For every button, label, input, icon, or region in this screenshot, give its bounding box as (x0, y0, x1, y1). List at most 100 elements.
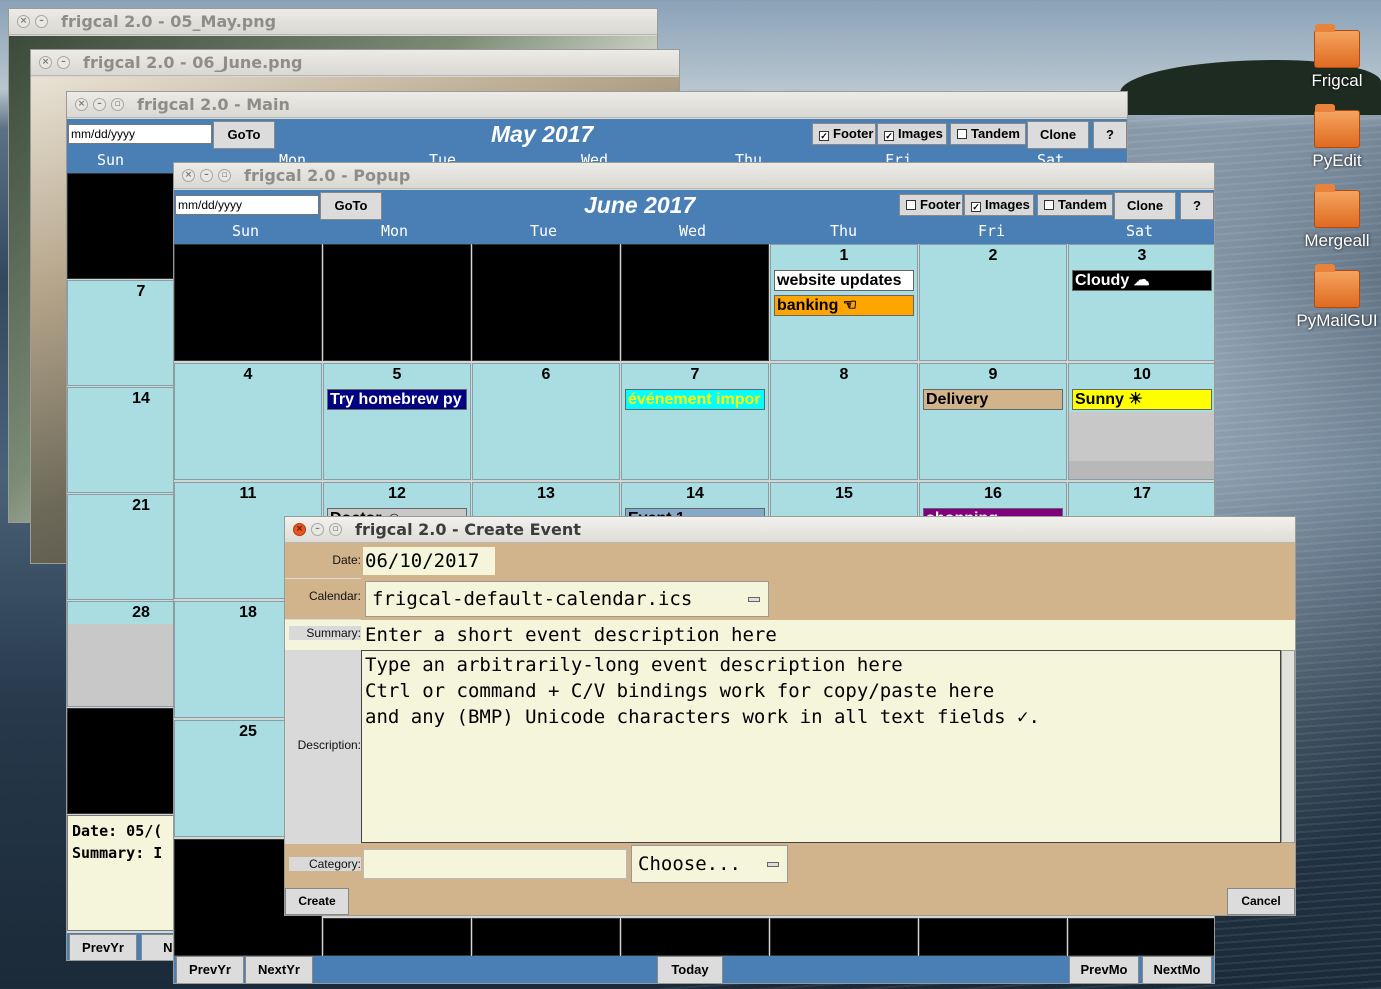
summary-field[interactable]: Enter a short event description here (363, 620, 1293, 650)
create-button[interactable]: Create (285, 888, 349, 915)
checkbox-label: Tandem (971, 126, 1020, 141)
day-cell[interactable]: 8 (770, 363, 918, 480)
event-sunny[interactable]: Sunny ☀ (1072, 389, 1212, 410)
window-title: frigcal 2.0 - 05_May.png (61, 12, 277, 31)
day-cell[interactable] (770, 918, 918, 956)
day-number: 12 (388, 485, 406, 502)
close-icon[interactable]: × (293, 523, 306, 536)
minimize-icon[interactable]: – (200, 169, 213, 182)
day-cell[interactable]: 3 Cloudy ☁ (1068, 244, 1214, 361)
day-cell[interactable] (919, 918, 1067, 956)
help-button[interactable]: ? (1093, 121, 1127, 149)
images-checkbox[interactable]: ✓ Images (964, 194, 1034, 216)
day-cell[interactable] (323, 918, 471, 956)
titlebar[interactable]: × – ▫ frigcal 2.0 - Popup (174, 163, 1214, 189)
cancel-button[interactable]: Cancel (1227, 888, 1295, 915)
maximize-icon[interactable]: ▫ (329, 523, 342, 536)
day-number: 4 (243, 366, 253, 383)
titlebar[interactable]: × – ▫ frigcal 2.0 - Main (67, 92, 1127, 118)
tandem-checkbox[interactable]: Tandem (1037, 194, 1113, 216)
day-number: 6 (541, 366, 551, 383)
day-cell[interactable]: 7 événement impor (621, 363, 769, 480)
today-button[interactable]: Today (657, 956, 723, 983)
description-line: Ctrl or command + C/V bindings work for … (365, 680, 995, 702)
day-number: 5 (392, 366, 402, 383)
event-cloudy[interactable]: Cloudy ☁ (1072, 270, 1212, 291)
close-icon[interactable]: × (182, 169, 195, 182)
day-header: Wed (679, 222, 707, 240)
maximize-icon[interactable]: ▫ (218, 169, 231, 182)
next-year-button[interactable]: NextYr (245, 956, 313, 983)
checkbox-icon: ✓ (819, 131, 829, 141)
prev-month-button[interactable]: PrevMo (1069, 956, 1139, 983)
maximize-icon[interactable]: ▫ (111, 98, 124, 111)
description-line: Type an arbitrarily-long event descripti… (365, 654, 903, 676)
description-scrollbar[interactable] (1281, 650, 1295, 843)
desktop-icon-pymailgui[interactable]: PyMailGUI (1292, 264, 1381, 331)
desktop-icon-pyedit[interactable]: PyEdit (1292, 104, 1381, 171)
images-checkbox[interactable]: ✓ Images (877, 123, 947, 145)
day-cell[interactable] (621, 244, 769, 361)
close-icon[interactable]: × (39, 56, 52, 69)
folder-icon (1314, 24, 1360, 68)
category-field[interactable] (363, 849, 627, 879)
day-number: 3 (1137, 247, 1147, 264)
goto-button[interactable]: GoTo (213, 121, 275, 149)
help-button[interactable]: ? (1180, 192, 1214, 220)
prev-year-button[interactable]: PrevYr (69, 934, 137, 960)
day-cell[interactable]: 2 (919, 244, 1067, 361)
day-cell[interactable] (472, 918, 620, 956)
checkbox-label: Images (985, 197, 1030, 212)
event-delivery[interactable]: Delivery (923, 389, 1063, 410)
day-cell[interactable]: 6 (472, 363, 620, 480)
desktop-icon-frigcal[interactable]: Frigcal (1292, 24, 1381, 91)
day-cell[interactable]: 5 Try homebrew py (323, 363, 471, 480)
calendar-select[interactable]: frigcal-default-calendar.ics (365, 581, 769, 617)
day-cell[interactable]: 4 (174, 363, 322, 480)
next-month-button[interactable]: NextMo (1142, 956, 1212, 983)
close-icon[interactable]: × (17, 15, 30, 28)
category-choose-select[interactable]: Choose... (631, 845, 788, 883)
day-cell[interactable] (621, 918, 769, 956)
day-number: 14 (686, 485, 704, 502)
clone-button[interactable]: Clone (1027, 121, 1089, 149)
footer-checkbox[interactable]: Footer (899, 194, 963, 216)
minimize-icon[interactable]: – (35, 15, 48, 28)
titlebar[interactable]: × – ▫ frigcal 2.0 - Create Event (285, 517, 1295, 543)
minimize-icon[interactable]: – (93, 98, 106, 111)
day-header: Sat (1126, 222, 1154, 240)
calendar-select-value: frigcal-default-calendar.ics (372, 588, 693, 610)
minimize-icon[interactable]: – (57, 56, 70, 69)
event-banking[interactable]: banking ☜ (774, 295, 914, 316)
desktop-icon-mergeall[interactable]: Mergeall (1292, 184, 1381, 251)
date-field[interactable]: 06/10/2017 (363, 547, 495, 575)
clone-button[interactable]: Clone (1114, 192, 1176, 220)
day-number: 17 (1133, 485, 1151, 502)
date-input[interactable]: mm/dd/yyyy (175, 195, 319, 215)
window-create-event[interactable]: × – ▫ frigcal 2.0 - Create Event Date: 0… (284, 516, 1296, 916)
prev-year-button[interactable]: PrevYr (176, 956, 244, 983)
goto-button[interactable]: GoTo (320, 192, 382, 220)
day-cell[interactable]: 9 Delivery (919, 363, 1067, 480)
day-cell[interactable]: 10 Sunny ☀ (1068, 363, 1214, 480)
window-title: frigcal 2.0 - 06_June.png (83, 53, 303, 72)
titlebar[interactable]: × – frigcal 2.0 - 06_June.png (31, 50, 679, 76)
day-cell[interactable] (472, 244, 620, 361)
window-title: frigcal 2.0 - Popup (244, 166, 411, 185)
day-cell[interactable] (323, 244, 471, 361)
day-cell[interactable]: 1 website updates banking ☜ (770, 244, 918, 361)
description-textarea[interactable]: Type an arbitrarily-long event descripti… (361, 650, 1281, 843)
event-homebrew[interactable]: Try homebrew py (327, 389, 467, 410)
tandem-checkbox[interactable]: Tandem (950, 123, 1026, 145)
event-website-updates[interactable]: website updates (774, 270, 914, 291)
footer-checkbox[interactable]: ✓ Footer (812, 123, 876, 145)
date-input[interactable]: mm/dd/yyyy (68, 124, 212, 144)
day-cell[interactable] (174, 244, 322, 361)
close-icon[interactable]: × (75, 98, 88, 111)
minimize-icon[interactable]: – (311, 523, 324, 536)
day-cell[interactable] (1068, 918, 1214, 956)
popup-footer-bar: PrevYr NextYr Today PrevMo NextMo (174, 956, 1214, 983)
folder-icon (1314, 104, 1360, 148)
event-evenement[interactable]: événement impor (625, 389, 765, 410)
titlebar[interactable]: × – frigcal 2.0 - 05_May.png (9, 9, 657, 35)
